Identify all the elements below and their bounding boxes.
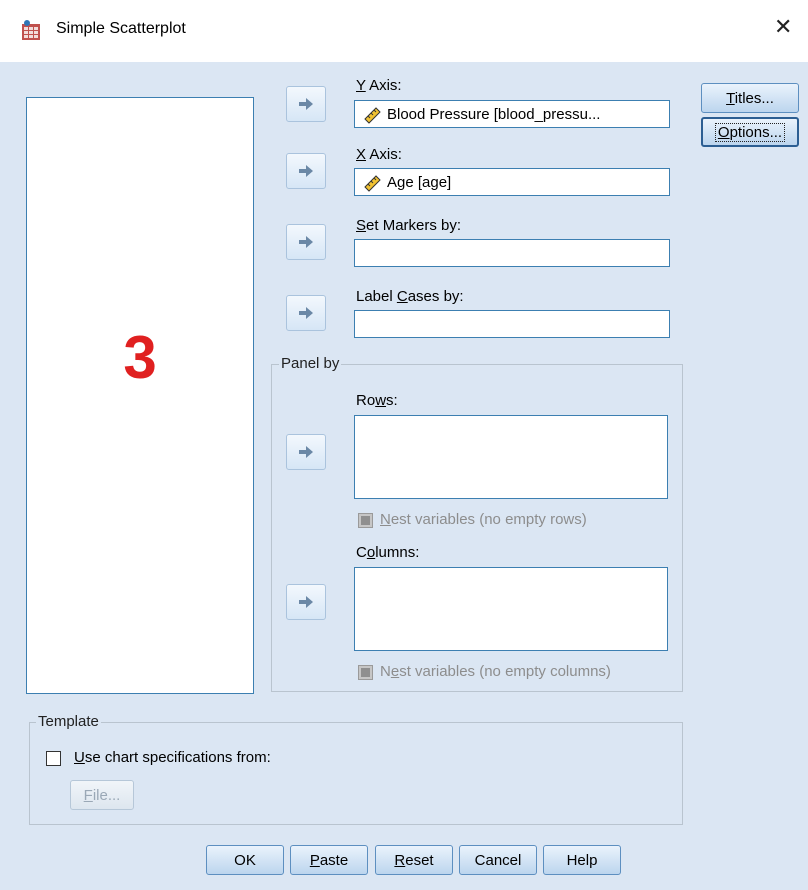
nest-rows-label: Nest variables (no empty rows) bbox=[380, 511, 587, 528]
titles-button[interactable]: Titles... bbox=[701, 83, 799, 113]
move-arrow-icon bbox=[299, 165, 313, 177]
ok-button[interactable]: OK bbox=[206, 845, 284, 875]
x-axis-label: X Axis: bbox=[356, 146, 402, 163]
rows-list[interactable] bbox=[354, 415, 668, 499]
move-arrow-icon bbox=[299, 446, 313, 458]
rows-move-button[interactable] bbox=[286, 434, 326, 470]
file-button: File... bbox=[70, 780, 134, 810]
use-chart-spec-checkbox[interactable] bbox=[46, 751, 61, 766]
use-chart-spec-label: Use chart specifications from: bbox=[74, 749, 271, 766]
window-title: Simple Scatterplot bbox=[56, 20, 186, 37]
paste-button[interactable]: Paste bbox=[290, 845, 368, 875]
set-markers-move-button[interactable] bbox=[286, 224, 326, 260]
y-axis-label: Y Axis: bbox=[356, 77, 402, 94]
nest-columns-label: Nest variables (no empty columns) bbox=[380, 663, 611, 680]
y-axis-field[interactable]: Blood Pressure [blood_pressu... bbox=[354, 100, 670, 128]
nest-columns-checkbox bbox=[358, 665, 373, 680]
title-bar: Simple Scatterplot ✕ bbox=[0, 0, 808, 62]
columns-label: Columns: bbox=[356, 544, 420, 561]
nest-rows-checkbox bbox=[358, 513, 373, 528]
scatterplot-app-icon bbox=[22, 20, 40, 40]
label-cases-field[interactable] bbox=[354, 310, 670, 338]
panel-by-title: Panel by bbox=[279, 355, 342, 372]
label-cases-move-button[interactable] bbox=[286, 295, 326, 331]
cancel-button[interactable]: Cancel bbox=[459, 845, 537, 875]
columns-move-button[interactable] bbox=[286, 584, 326, 620]
template-title: Template bbox=[36, 713, 101, 730]
rows-label: Rows: bbox=[356, 392, 398, 409]
columns-list[interactable] bbox=[354, 567, 668, 651]
x-axis-move-button[interactable] bbox=[286, 153, 326, 189]
move-arrow-icon bbox=[299, 307, 313, 319]
set-markers-label: Set Markers by: bbox=[356, 217, 462, 234]
ruler-scale-icon bbox=[364, 107, 381, 124]
label-cases-label: Label Cases by: bbox=[356, 288, 464, 305]
move-arrow-icon bbox=[299, 596, 313, 608]
help-button[interactable]: Help bbox=[543, 845, 621, 875]
close-icon[interactable]: ✕ bbox=[774, 14, 792, 40]
y-axis-value: Blood Pressure [blood_pressu... bbox=[387, 105, 601, 123]
options-button[interactable]: Options... bbox=[701, 117, 799, 147]
move-arrow-icon bbox=[299, 236, 313, 248]
x-axis-value: Age [age] bbox=[387, 173, 452, 191]
move-arrow-icon bbox=[299, 98, 313, 110]
set-markers-field[interactable] bbox=[354, 239, 670, 267]
reset-button[interactable]: Reset bbox=[375, 845, 453, 875]
overlay-number-annotation: 3 bbox=[123, 324, 157, 391]
x-axis-field[interactable]: Age [age] bbox=[354, 168, 670, 196]
variable-list[interactable]: 3 bbox=[26, 97, 254, 694]
ruler-scale-icon bbox=[364, 175, 381, 192]
y-axis-move-button[interactable] bbox=[286, 86, 326, 122]
